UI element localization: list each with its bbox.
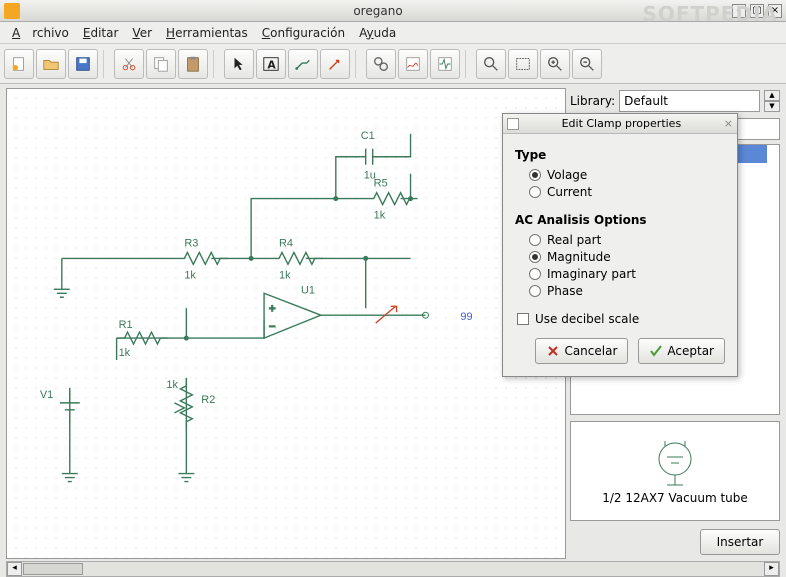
part-preview: 1/2 12AX7 Vacuum tube: [570, 421, 780, 521]
minimize-button[interactable]: –: [732, 4, 746, 18]
menu-editar[interactable]: Editar: [77, 24, 125, 42]
copy-button[interactable]: [146, 49, 176, 79]
label-r2: R2: [201, 394, 215, 406]
clamp-tool[interactable]: [320, 49, 350, 79]
library-label: Library:: [570, 94, 615, 108]
close-button[interactable]: ×: [768, 4, 782, 18]
titlebar: oregano – ▢ × SOFTPEDIA: [0, 0, 786, 22]
ac-section-label: AC Analisis Options: [515, 213, 725, 227]
net-label: 99: [460, 311, 472, 323]
menubar: Archivo Editar Ver Herramientas Configur…: [0, 22, 786, 44]
cut-button[interactable]: [114, 49, 144, 79]
toolbar: A: [0, 44, 786, 84]
radio-dot-icon: [529, 186, 541, 198]
label-r3: R3: [184, 237, 198, 249]
text-tool[interactable]: A: [256, 49, 286, 79]
value-r3: 1k: [184, 269, 196, 281]
library-selector[interactable]: Default: [619, 90, 760, 112]
insert-button[interactable]: Insertar: [700, 529, 780, 555]
canvas-area[interactable]: V1 R1 1k R2 1k R3 1k R4 1k R5: [6, 88, 566, 559]
menu-herramientas[interactable]: Herramientas: [160, 24, 254, 42]
menu-archivo[interactable]: Archivo: [6, 24, 75, 42]
radio-realpart[interactable]: Real part: [529, 233, 725, 247]
zoom-in-button[interactable]: [540, 49, 570, 79]
dialog-icon: [507, 118, 519, 130]
radio-phase[interactable]: Phase: [529, 284, 725, 298]
wire-tool[interactable]: [288, 49, 318, 79]
label-v1: V1: [40, 389, 53, 401]
zoom-rect-button[interactable]: [508, 49, 538, 79]
radio-voltage[interactable]: Volage: [529, 168, 725, 182]
save-button[interactable]: [68, 49, 98, 79]
value-r1: 1k: [119, 347, 131, 359]
menu-ayuda[interactable]: Ayuda: [353, 24, 402, 42]
cancel-icon: [546, 344, 560, 358]
radio-dot-icon: [529, 169, 541, 181]
value-r4: 1k: [279, 269, 291, 281]
graph-button[interactable]: [398, 49, 428, 79]
label-r1: R1: [119, 319, 133, 331]
menu-ver[interactable]: Ver: [126, 24, 158, 42]
zoom-out-button[interactable]: [572, 49, 602, 79]
type-section-label: Type: [515, 148, 725, 162]
cancel-button[interactable]: Cancelar: [535, 338, 628, 364]
accept-icon: [649, 344, 663, 358]
zoom-fit-button[interactable]: [476, 49, 506, 79]
clamp-properties-dialog: Edit Clamp properties × Type Volage Curr…: [502, 113, 738, 377]
radio-dot-icon: [529, 285, 541, 297]
paste-button[interactable]: [178, 49, 208, 79]
new-button[interactable]: [4, 49, 34, 79]
value-r5: 1k: [374, 210, 386, 222]
canvas-hscroll[interactable]: ◂▸: [6, 561, 780, 577]
menu-configuracion[interactable]: Configuración: [256, 24, 351, 42]
svg-text:+: +: [269, 303, 275, 315]
value-r2: 1k: [166, 379, 178, 391]
arrow-tool[interactable]: [224, 49, 254, 79]
dialog-title: Edit Clamp properties: [519, 117, 724, 130]
maximize-button[interactable]: ▢: [750, 4, 764, 18]
radio-imaginary[interactable]: Imaginary part: [529, 267, 725, 281]
radio-dot-icon: [529, 251, 541, 263]
radio-dot-icon: [529, 268, 541, 280]
label-c1: C1: [361, 130, 375, 142]
app-icon: [4, 3, 20, 19]
label-r4: R4: [279, 237, 293, 249]
schematic: V1 R1 1k R2 1k R3 1k R4 1k R5: [7, 89, 565, 557]
radio-current[interactable]: Current: [529, 185, 725, 199]
dialog-close-icon[interactable]: ×: [724, 117, 733, 130]
preview-label: 1/2 12AX7 Vacuum tube: [602, 491, 748, 505]
value-c1: 1u: [364, 170, 376, 182]
radio-magnitude[interactable]: Magnitude: [529, 250, 725, 264]
library-spin[interactable]: ▲▼: [764, 90, 780, 112]
sim-button[interactable]: [430, 49, 460, 79]
radio-dot-icon: [529, 234, 541, 246]
decibel-checkbox[interactable]: Use decibel scale: [517, 312, 725, 326]
svg-text:A: A: [267, 58, 276, 71]
svg-text:−: −: [269, 321, 275, 333]
open-button[interactable]: [36, 49, 66, 79]
accept-button[interactable]: Aceptar: [638, 338, 725, 364]
gears-button[interactable]: [366, 49, 396, 79]
label-u1: U1: [301, 284, 315, 296]
checkbox-icon: [517, 313, 529, 325]
window-title: oregano: [24, 4, 732, 18]
